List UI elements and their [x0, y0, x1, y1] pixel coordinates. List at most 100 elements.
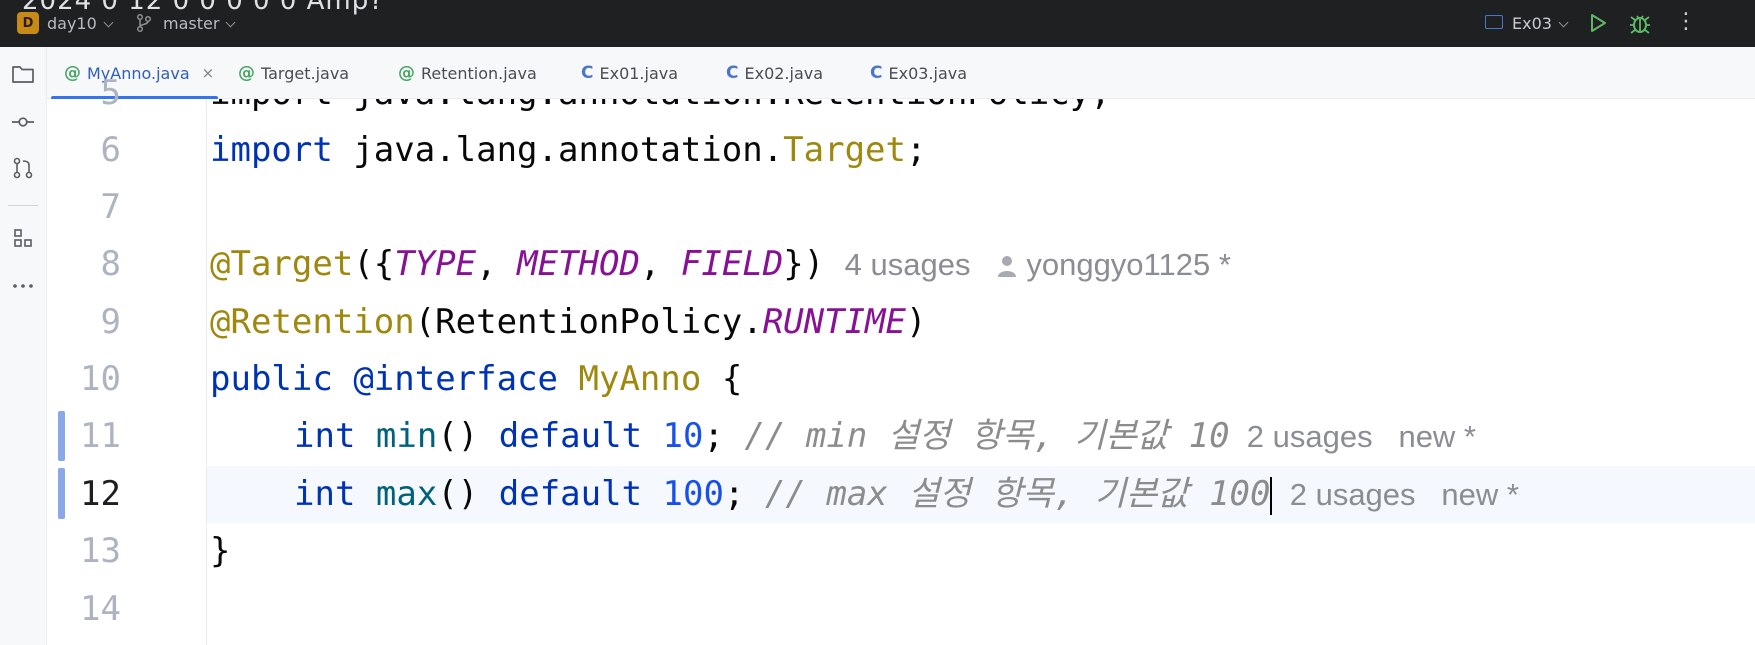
type-keyword: int [294, 416, 356, 456]
annotation: @Target [210, 244, 354, 284]
chevron-down-icon [103, 17, 114, 28]
semicolon: ; [703, 416, 724, 456]
project-selector[interactable]: day10 [47, 14, 114, 33]
folder-icon [12, 66, 34, 83]
pull-requests-tool-button[interactable] [10, 155, 36, 181]
annotation-file-icon: @ [398, 63, 415, 83]
editor-gutter[interactable]: 5 6 7 8 9 10 11 12 13 14 [47, 73, 228, 645]
editor-tab-bar: @ MyAnno.java × @ Target.java @ Retentio… [47, 47, 1755, 100]
tab-ex02-java[interactable]: C Ex02.java [726, 47, 823, 99]
author-inlay-hint[interactable]: yonggyo1125 * [1026, 247, 1231, 282]
annotation-keyword: @interface [353, 359, 559, 399]
keyword: default [498, 474, 643, 514]
tab-target-java[interactable]: @ Target.java [238, 47, 349, 99]
structure-tool-button[interactable] [10, 225, 36, 251]
commit-tool-button[interactable] [10, 109, 36, 135]
author-inlay-hint[interactable]: new * [1398, 419, 1476, 454]
run-icon[interactable] [1588, 12, 1608, 34]
pull-request-icon [13, 157, 33, 179]
person-icon [998, 256, 1017, 277]
usages-inlay-hint[interactable]: 4 usages [845, 247, 971, 282]
tab-label: Ex03.java [888, 63, 968, 83]
punct: (RetentionPolicy. [414, 302, 763, 342]
line-number: 5 [100, 73, 121, 113]
punct: }) [783, 244, 825, 284]
number-literal: 10 [662, 416, 704, 456]
line-number: 10 [80, 359, 121, 399]
git-branch-icon[interactable] [135, 13, 153, 33]
code-line-6: import java.lang.annotation.Target; [210, 122, 926, 179]
number-literal: 100 [662, 474, 724, 514]
punct: () [437, 474, 479, 514]
punct: ) [906, 302, 927, 342]
project-badge[interactable]: D [17, 12, 39, 34]
vcs-change-marker[interactable] [58, 468, 65, 519]
line-comment: // max 설정 항목, 기본값 100 [764, 474, 1271, 514]
vcs-change-marker[interactable] [58, 411, 65, 461]
tab-ex01-java[interactable]: C Ex01.java [581, 47, 678, 99]
tab-retention-java[interactable]: @ Retention.java [398, 47, 537, 99]
enum-constant: TYPE [394, 244, 477, 284]
usages-inlay-hint[interactable]: 2 usages [1247, 419, 1373, 454]
annotation-file-icon: @ [238, 63, 255, 83]
brace: { [721, 359, 743, 399]
enum-constant: METHOD [517, 244, 640, 284]
code-editor[interactable]: import java.lang.annotation.RetentionPol… [207, 99, 1755, 645]
run-config-name: Ex03 [1512, 14, 1552, 33]
ellipsis-icon [13, 284, 33, 288]
chevron-down-icon [225, 17, 236, 28]
tab-label: Ex02.java [744, 63, 824, 83]
line-number: 8 [100, 244, 121, 284]
line-number: 14 [80, 589, 121, 629]
method-name: max [375, 474, 438, 514]
code-line-8: @Target({TYPE, METHOD, FIELD}) 4 usages … [210, 236, 1231, 293]
project-name: day10 [47, 14, 97, 33]
class-name: MyAnno [578, 359, 702, 399]
class-name: Target [783, 130, 906, 170]
project-tool-button[interactable] [10, 61, 36, 87]
tool-window-strip [0, 47, 47, 645]
more-tools-button[interactable] [10, 273, 36, 299]
tab-label: Retention.java [421, 63, 537, 83]
code-line-5: import java.lang.annotation.RetentionPol… [210, 99, 1111, 122]
branch-selector[interactable]: master [163, 14, 236, 33]
punct: , [476, 244, 518, 284]
line-comment: // min 설정 항목, 기본값 10 [744, 416, 1230, 456]
semicolon: ; [906, 130, 927, 170]
keyword: default [498, 416, 643, 456]
keyword: public [210, 359, 333, 399]
line-number: 7 [100, 187, 121, 227]
runnable-class-file-icon: C [870, 63, 883, 83]
annotation: @Retention [210, 302, 415, 342]
type-keyword: int [294, 474, 356, 514]
branch-name: master [163, 14, 220, 33]
commit-icon [12, 117, 34, 127]
tab-label: Target.java [261, 63, 350, 83]
class-file-icon: C [726, 63, 739, 83]
package-path: java.lang.annotation. [332, 130, 784, 170]
code-line-9: @Retention(RetentionPolicy.RUNTIME) [210, 294, 926, 351]
author-inlay-hint[interactable]: new * [1441, 477, 1519, 512]
line-number: 6 [100, 130, 121, 170]
run-config-selector[interactable]: Ex03 [1512, 14, 1569, 33]
debug-icon[interactable] [1629, 11, 1651, 35]
tool-strip-separator [8, 205, 38, 206]
more-actions-icon[interactable]: ⋮ [1675, 11, 1697, 35]
run-config-icon [1485, 15, 1503, 29]
code-line-10: public @interface MyAnno { [210, 351, 742, 408]
code-line-11: int min() default 10; // min 설정 항목, 기본값 … [294, 408, 1476, 465]
usages-inlay-hint[interactable]: 2 usages [1290, 477, 1416, 512]
structure-icon [14, 229, 32, 247]
title-bar: 2024 0 12 0 0 0 0 0 Amp? D day10 master … [0, 0, 1755, 47]
close-icon[interactable]: × [202, 64, 215, 82]
code-line-12: int max() default 100; // max 설정 항목, 기본값… [294, 466, 1519, 523]
enum-constant: FIELD [680, 244, 784, 284]
code-line-13: } [210, 531, 231, 571]
tab-ex03-java[interactable]: C Ex03.java [870, 47, 967, 99]
punct: ({ [353, 244, 395, 284]
punct: , [639, 244, 681, 284]
line-number: 9 [100, 302, 121, 342]
class-file-icon: C [581, 63, 594, 83]
method-name: min [375, 416, 438, 456]
tab-label: Ex01.java [599, 63, 679, 83]
